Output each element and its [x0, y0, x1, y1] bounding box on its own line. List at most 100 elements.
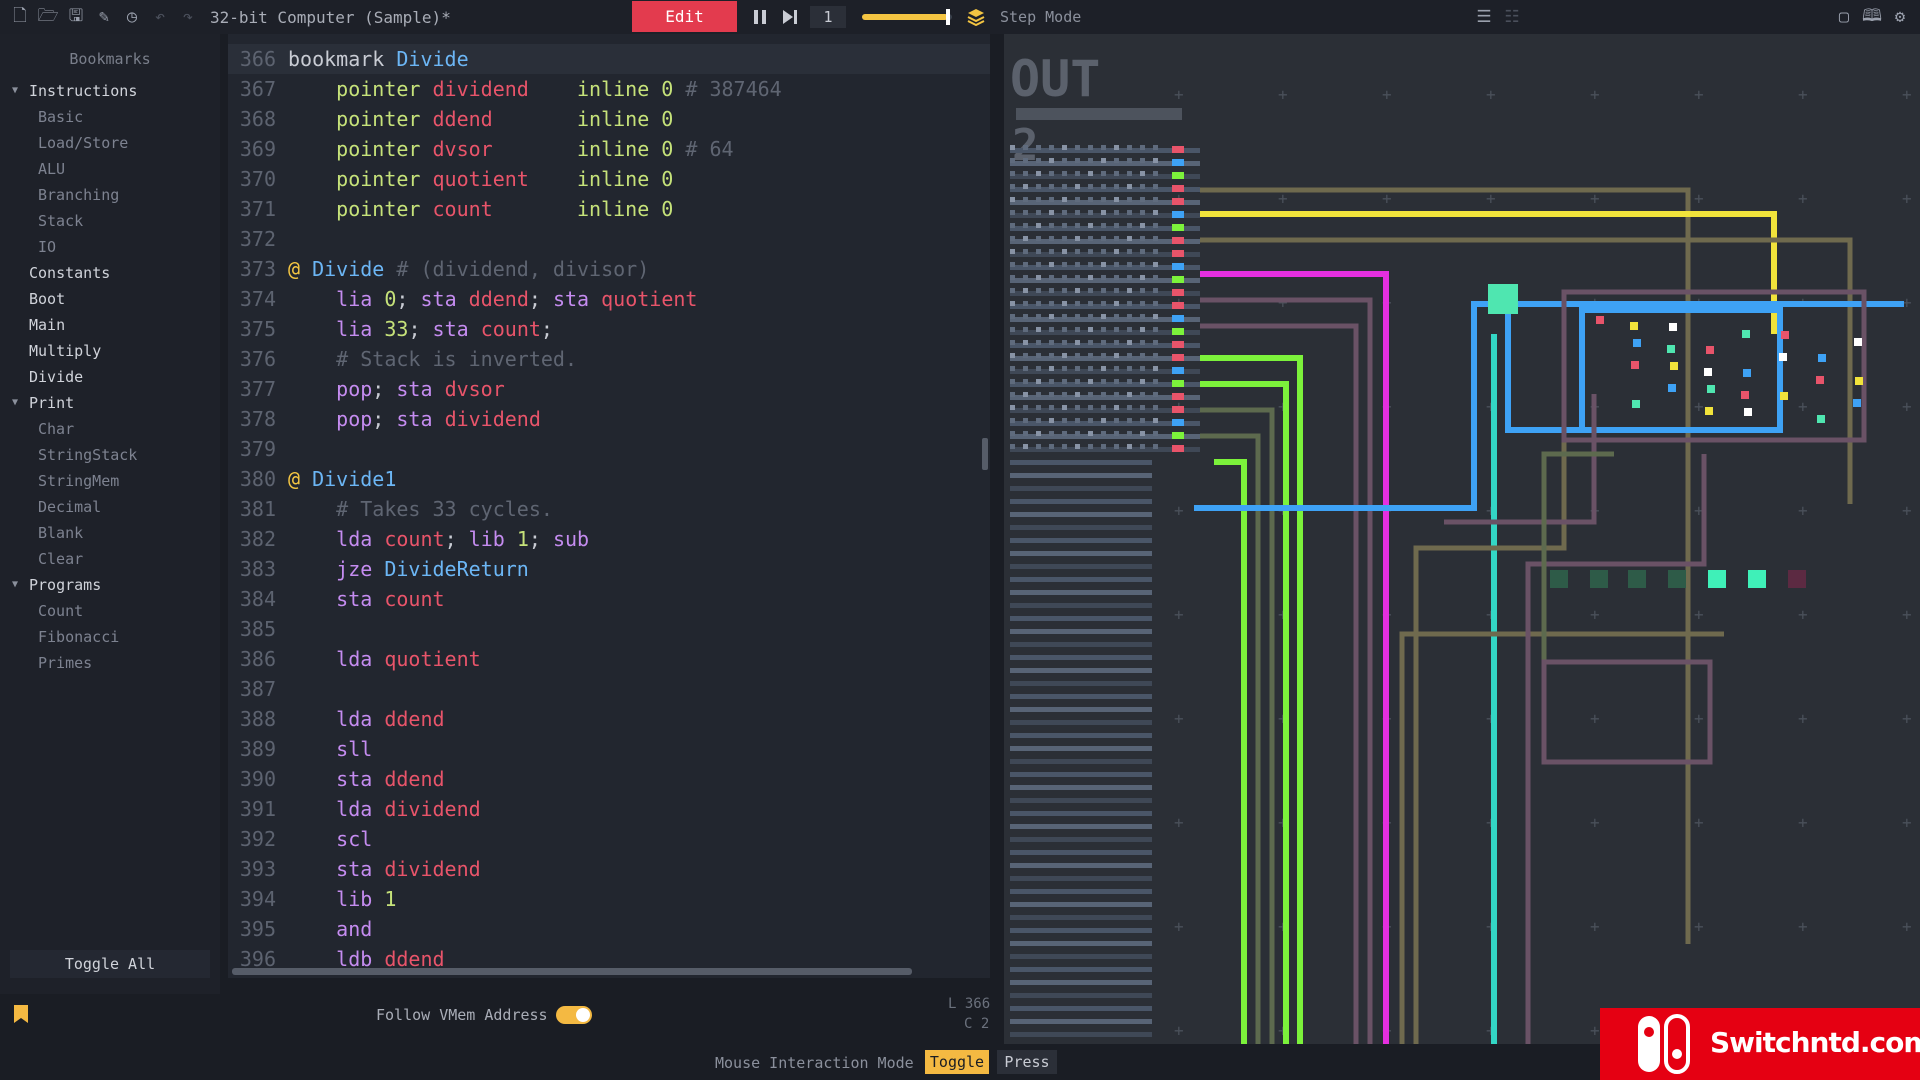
code-lines: 366 bookmark Divide 367 pointer dividend i… — [228, 44, 990, 974]
code-token: lib — [336, 887, 385, 911]
sidebar-item-fibonacci[interactable]: Fibonacci — [0, 624, 220, 650]
new-file-icon[interactable]: 🗋 — [6, 0, 34, 34]
gear-icon[interactable]: ⚙ — [1886, 0, 1914, 34]
sidebar-item-count[interactable]: Count — [0, 598, 220, 624]
expand-triangle-icon[interactable]: ▼ — [12, 390, 18, 416]
code-line[interactable]: 378 pop; sta dividend — [228, 404, 990, 434]
sidebar-item-char[interactable]: Char — [0, 416, 220, 442]
sidebar-item-boot[interactable]: Boot — [0, 286, 220, 312]
save-icon[interactable]: 🖫 — [62, 0, 90, 34]
sidebar-item-divide[interactable]: Divide — [0, 364, 220, 390]
grid-plus-mark: + — [1590, 1021, 1600, 1040]
rom-cell — [1062, 418, 1067, 423]
bookmark-icon[interactable] — [14, 1005, 28, 1023]
code-line[interactable]: 383 jze DivideReturn — [228, 554, 990, 584]
code-editor[interactable]: 366 bookmark Divide 367 pointer dividend i… — [228, 34, 990, 978]
pause-icon[interactable] — [746, 0, 774, 34]
code-line[interactable]: 394 lib 1 — [228, 884, 990, 914]
sidebar-item-multiply[interactable]: Multiply — [0, 338, 220, 364]
follow-vmem-toggle[interactable] — [556, 1006, 592, 1024]
list-view-icon[interactable]: ☰ — [1470, 0, 1498, 34]
editor-horizontal-scrollbar[interactable] — [232, 968, 912, 975]
sidebar-item-primes[interactable]: Primes — [0, 650, 220, 676]
rom-row — [1010, 720, 1152, 725]
code-line[interactable]: 368 pointer ddend inline 0 — [228, 104, 990, 134]
rom-cell — [1140, 145, 1145, 150]
rom-cell — [1075, 392, 1080, 397]
code-line[interactable]: 395 and — [228, 914, 990, 944]
code-line[interactable]: 374 lia 0; sta ddend; sta quotient — [228, 284, 990, 314]
rom-cell — [1010, 392, 1015, 397]
layers-icon[interactable] — [962, 0, 990, 34]
redo-icon[interactable]: ↷ — [174, 0, 202, 34]
rom-cell — [1127, 288, 1132, 293]
code-line[interactable]: 381 # Takes 33 cycles. — [228, 494, 990, 524]
sidebar-item-instructions[interactable]: ▼ Instructions — [0, 78, 220, 104]
grid-plus-mark: + — [1902, 397, 1912, 416]
sidebar-item-io[interactable]: IO — [0, 234, 220, 260]
code-line[interactable]: 372 — [228, 224, 990, 254]
sidebar-item-print[interactable]: ▼ Print — [0, 390, 220, 416]
code-line[interactable]: 371 pointer count inline 0 — [228, 194, 990, 224]
grid-plus-mark: + — [1694, 397, 1704, 416]
code-line[interactable]: 375 lia 33; sta count; — [228, 314, 990, 344]
sidebar-item-blank[interactable]: Blank — [0, 520, 220, 546]
code-line[interactable]: 384 sta count — [228, 584, 990, 614]
code-line[interactable]: 392 scl — [228, 824, 990, 854]
step-count-input[interactable]: 1 — [810, 6, 846, 28]
code-line[interactable]: 367 pointer dividend inline 0 # 387464 — [228, 74, 990, 104]
editor-vertical-scrollbar[interactable] — [982, 438, 988, 470]
sidebar-item-load-store[interactable]: Load/Store — [0, 130, 220, 156]
code-line[interactable]: 389 sll — [228, 734, 990, 764]
speed-slider-knob[interactable] — [945, 9, 950, 25]
press-mode-button[interactable]: Press — [997, 1050, 1057, 1074]
code-line[interactable]: 382 lda count; lib 1; sub — [228, 524, 990, 554]
code-line[interactable]: 379 — [228, 434, 990, 464]
code-line[interactable]: 376 # Stack is inverted. — [228, 344, 990, 374]
code-line[interactable]: 380 @ Divide1 — [228, 464, 990, 494]
rom-cell — [1101, 327, 1106, 332]
edit-button[interactable]: Edit — [632, 1, 737, 32]
undo-icon[interactable]: ↶ — [146, 0, 174, 34]
code-line[interactable]: 387 — [228, 674, 990, 704]
open-folder-icon[interactable]: 🗁 — [34, 0, 62, 34]
expand-triangle-icon[interactable]: ▼ — [12, 78, 18, 104]
sidebar-item-stringmem[interactable]: StringMem — [0, 468, 220, 494]
toggle-all-button[interactable]: Toggle All — [10, 950, 210, 978]
step-forward-icon[interactable] — [776, 0, 804, 34]
toggle-mode-button[interactable]: Toggle — [925, 1050, 989, 1074]
code-line[interactable]: 388 lda ddend — [228, 704, 990, 734]
code-line[interactable]: 386 lda quotient — [228, 644, 990, 674]
code-line[interactable]: 393 sta dividend — [228, 854, 990, 884]
grid-view-icon[interactable]: ☷ — [1498, 0, 1526, 34]
rom-cell — [1140, 379, 1145, 384]
sidebar-item-constants[interactable]: Constants — [0, 260, 220, 286]
panel-icon[interactable]: ▢ — [1830, 0, 1858, 34]
sidebar-item-stack[interactable]: Stack — [0, 208, 220, 234]
speed-slider[interactable] — [862, 9, 952, 25]
sidebar-item-decimal[interactable]: Decimal — [0, 494, 220, 520]
sidebar-item-main[interactable]: Main — [0, 312, 220, 338]
code-line[interactable]: 370 pointer quotient inline 0 — [228, 164, 990, 194]
code-line[interactable]: 385 — [228, 614, 990, 644]
code-line[interactable]: 373 @ Divide # (dividend, divisor) — [228, 254, 990, 284]
sidebar-item-clear[interactable]: Clear — [0, 546, 220, 572]
code-line[interactable]: 377 pop; sta dvsor — [228, 374, 990, 404]
step-mode-label[interactable]: Step Mode — [1000, 8, 1081, 26]
sidebar-item-programs[interactable]: ▼ Programs — [0, 572, 220, 598]
code-line[interactable]: 369 pointer dvsor inline 0 # 64 — [228, 134, 990, 164]
sidebar-item-stringstack[interactable]: StringStack — [0, 442, 220, 468]
expand-triangle-icon[interactable]: ▼ — [12, 572, 18, 598]
code-line[interactable]: 391 lda dividend — [228, 794, 990, 824]
rom-cell — [1153, 301, 1158, 306]
code-line[interactable]: 366 bookmark Divide — [228, 44, 990, 74]
sidebar-item-branching[interactable]: Branching — [0, 182, 220, 208]
circuit-canvas[interactable]: OUT 2 ++++++++++++++++++++++++++++++++++… — [1004, 34, 1920, 1044]
save-as-icon[interactable]: ✎ — [90, 0, 118, 34]
sidebar-item-alu[interactable]: ALU — [0, 156, 220, 182]
book-icon[interactable]: 🕮 — [1858, 0, 1886, 34]
sidebar-item-basic[interactable]: Basic — [0, 104, 220, 130]
history-icon[interactable]: ◷ — [118, 0, 146, 34]
code-line[interactable]: 390 sta ddend — [228, 764, 990, 794]
